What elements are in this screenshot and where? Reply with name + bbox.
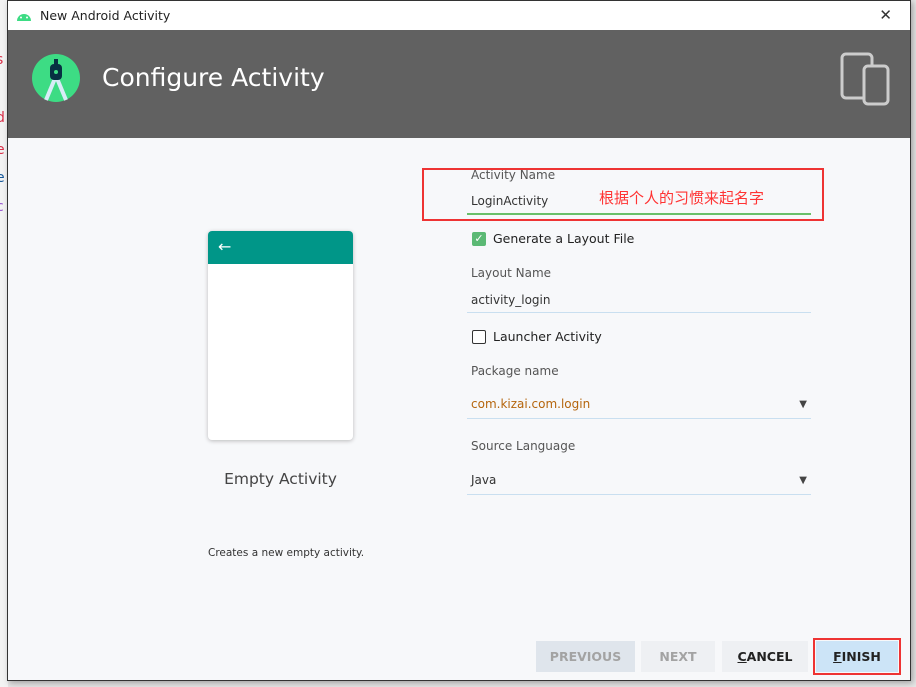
page-title: Configure Activity xyxy=(102,63,325,92)
background-text: s xyxy=(0,52,3,68)
header: Configure Activity xyxy=(8,30,910,138)
launcher-activity-checkbox[interactable]: Launcher Activity xyxy=(472,329,602,344)
template-description: Creates a new empty activity. xyxy=(208,547,365,559)
activity-preview: ← xyxy=(208,231,353,440)
template-name: Empty Activity xyxy=(224,470,337,488)
background-text: c xyxy=(0,199,4,215)
highlight-box xyxy=(422,168,824,221)
previous-button[interactable]: PREVIOUS xyxy=(536,641,635,672)
cancel-label: ANCEL xyxy=(746,649,793,664)
window-title: New Android Activity xyxy=(40,8,171,23)
package-name-select[interactable]: com.kizai.com.login ▼ xyxy=(467,390,811,419)
background-text: e xyxy=(0,170,5,186)
launcher-activity-label: Launcher Activity xyxy=(493,329,602,344)
layout-name-label: Layout Name xyxy=(471,266,552,280)
dropdown-arrow-icon: ▼ xyxy=(799,398,807,410)
source-language-label: Source Language xyxy=(471,439,576,453)
cancel-mnemonic: C xyxy=(737,649,747,664)
background-text: e xyxy=(0,142,5,158)
package-name-value: com.kizai.com.login xyxy=(471,397,591,411)
finish-mnemonic: F xyxy=(833,649,842,664)
checkbox-icon xyxy=(472,329,486,344)
source-language-value: Java xyxy=(471,473,497,487)
source-language-select[interactable]: Java ▼ xyxy=(467,466,811,495)
title-bar: New Android Activity xyxy=(8,1,910,30)
finish-label: INISH xyxy=(841,649,881,664)
layout-name-input[interactable]: activity_login xyxy=(467,287,811,313)
checkmark-icon: ✓ xyxy=(472,231,486,246)
background-text: d xyxy=(0,110,5,126)
generate-layout-label: Generate a Layout File xyxy=(493,231,635,246)
next-button[interactable]: NEXT xyxy=(641,641,715,672)
dropdown-arrow-icon: ▼ xyxy=(799,474,807,486)
finish-button[interactable]: F INISH xyxy=(813,638,901,675)
new-activity-dialog: New Android Activity ✕ Configure Activit… xyxy=(7,0,911,681)
android-icon xyxy=(17,13,31,21)
back-arrow-icon: ← xyxy=(208,231,353,264)
generate-layout-checkbox[interactable]: ✓ Generate a Layout File xyxy=(472,231,634,246)
cancel-button[interactable]: C ANCEL xyxy=(722,641,808,672)
package-name-label: Package name xyxy=(471,364,559,378)
devices-icon xyxy=(840,52,890,106)
android-studio-logo-icon xyxy=(32,54,80,102)
close-button[interactable]: ✕ xyxy=(879,6,892,24)
layout-name-value: activity_login xyxy=(471,292,551,307)
